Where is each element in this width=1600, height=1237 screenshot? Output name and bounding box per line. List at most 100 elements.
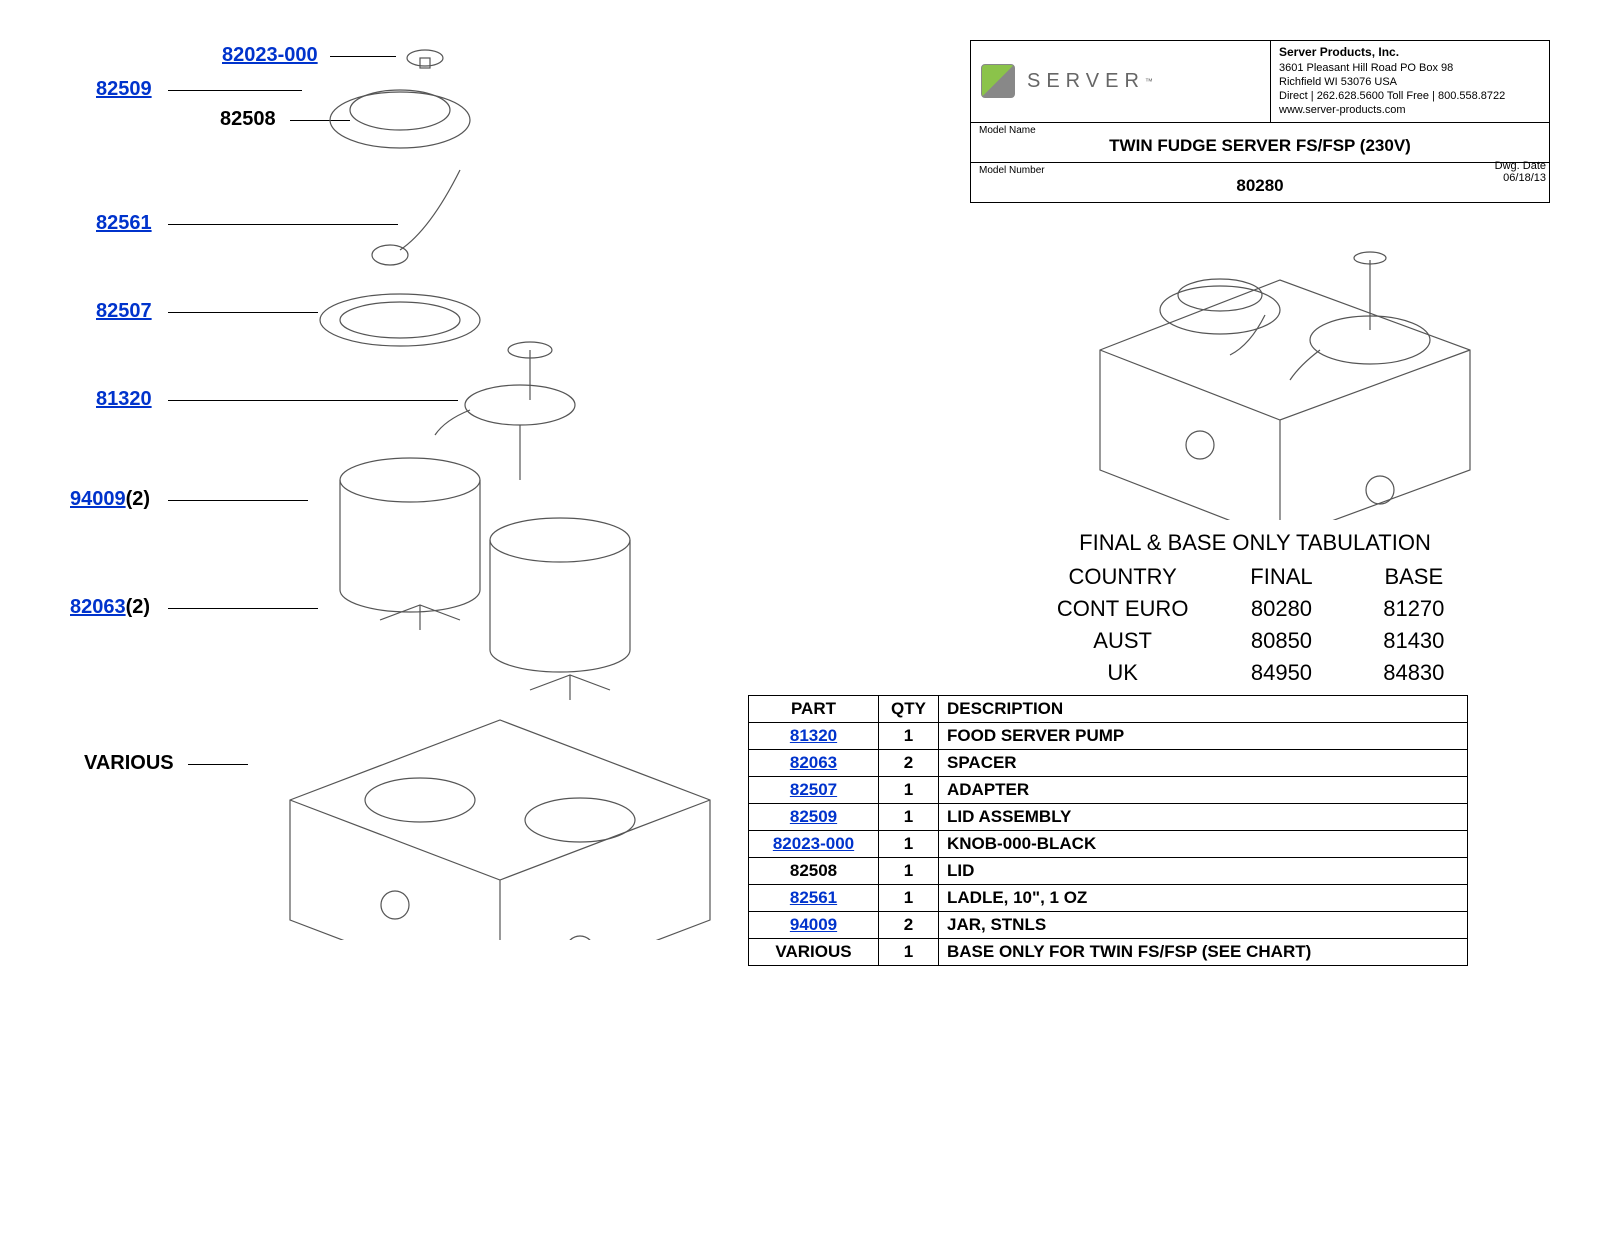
dwg-date-label: Dwg. Date: [1495, 160, 1546, 172]
table-row: 82063 2SPACER: [749, 750, 1468, 777]
tabulation-title: FINAL & BASE ONLY TABULATION: [1030, 530, 1480, 556]
parts-table-header: PART: [749, 696, 879, 723]
parts-table: PARTQTYDESCRIPTION 813201FOOD SERVER PUM…: [748, 695, 1468, 966]
table-row: 94009 2JAR, STNLS: [749, 912, 1468, 939]
table-row: 82561 1LADLE, 10", 1 OZ: [749, 885, 1468, 912]
callout-82507: 82507: [96, 300, 152, 323]
callout-suffix: (2): [126, 596, 150, 618]
qty-cell: 2: [879, 912, 939, 939]
server-logo-icon: [981, 64, 1015, 98]
qty-cell: 1: [879, 939, 939, 966]
model-number-label: Model Number: [979, 165, 1541, 176]
parts-table-header-row: PARTQTYDESCRIPTION: [749, 696, 1468, 723]
desc-cell: FOOD SERVER PUMP: [939, 723, 1468, 750]
callout-82063: 82063(2): [70, 596, 150, 619]
company-addr2: Richfield WI 53076 USA: [1279, 76, 1397, 88]
callout-link-82507[interactable]: 82507: [96, 300, 152, 322]
parts-table-header: QTY: [879, 696, 939, 723]
callout-link-82063[interactable]: 82063: [70, 596, 126, 618]
tabulation-header: BASE: [1348, 564, 1480, 590]
callout-link-82509[interactable]: 82509: [96, 78, 152, 100]
part-link-82063[interactable]: 82063: [790, 753, 837, 772]
qty-cell: 1: [879, 804, 939, 831]
part-link-82023-000[interactable]: 82023-000: [773, 834, 854, 853]
desc-cell: SPACER: [939, 750, 1468, 777]
dwg-date: 06/18/13: [1503, 172, 1546, 184]
tabulation-header: FINAL: [1215, 564, 1347, 590]
part-cell: 82507: [749, 777, 879, 804]
desc-cell: BASE ONLY FOR TWIN FS/FSP (SEE CHART): [939, 939, 1468, 966]
qty-cell: 1: [879, 777, 939, 804]
part-link-81320[interactable]: 81320: [790, 726, 837, 745]
tabulation-cell: 84950: [1215, 660, 1347, 686]
desc-cell: LID: [939, 858, 1468, 885]
desc-cell: JAR, STNLS: [939, 912, 1468, 939]
callout-link-81320[interactable]: 81320: [96, 388, 152, 410]
part-link-94009[interactable]: 94009: [790, 915, 837, 934]
exploded-svg: [230, 40, 730, 940]
callout-link-94009[interactable]: 94009: [70, 488, 126, 510]
part-cell: 82023-000: [749, 831, 879, 858]
logo-cell: SERVER™: [971, 41, 1271, 122]
callout-link-82561[interactable]: 82561: [96, 212, 152, 234]
tabulation-cell: AUST: [1030, 628, 1215, 654]
desc-cell: ADAPTER: [939, 777, 1468, 804]
table-row: 81320 1FOOD SERVER PUMP: [749, 723, 1468, 750]
model-name-label: Model Name: [979, 125, 1541, 136]
callout-suffix: (2): [126, 488, 150, 510]
part-cell: 82509: [749, 804, 879, 831]
logo-text: SERVER: [1027, 70, 1145, 93]
assembled-diagram: [1070, 200, 1500, 520]
tabulation-cell: CONT EURO: [1030, 596, 1215, 622]
part-cell: 81320: [749, 723, 879, 750]
part-cell: 82063: [749, 750, 879, 777]
part-cell: 82561: [749, 885, 879, 912]
tabulation-block: FINAL & BASE ONLY TABULATION COUNTRYFINA…: [1030, 530, 1480, 686]
table-row: 82507 1ADAPTER: [749, 777, 1468, 804]
table-row: 82023-000 1KNOB-000-BLACK: [749, 831, 1468, 858]
part-link-82561[interactable]: 82561: [790, 888, 837, 907]
tabulation-cell: 84830: [1348, 660, 1480, 686]
tabulation-header: COUNTRY: [1030, 564, 1215, 590]
tabulation-cell: UK: [1030, 660, 1215, 686]
callout-81320: 81320: [96, 388, 152, 411]
tabulation-cell: 80850: [1215, 628, 1347, 654]
qty-cell: 1: [879, 723, 939, 750]
model-name: TWIN FUDGE SERVER FS/FSP (230V): [979, 136, 1541, 156]
desc-cell: LADLE, 10", 1 OZ: [939, 885, 1468, 912]
qty-cell: 1: [879, 831, 939, 858]
qty-cell: 2: [879, 750, 939, 777]
exploded-diagram: [230, 40, 730, 940]
table-row: 82509 1LID ASSEMBLY: [749, 804, 1468, 831]
dwg-date-block: Dwg. Date 06/18/13: [1495, 160, 1546, 184]
tabulation-cell: 81270: [1348, 596, 1480, 622]
part-cell: 94009: [749, 912, 879, 939]
desc-cell: KNOB-000-BLACK: [939, 831, 1468, 858]
model-number: 80280: [979, 176, 1541, 196]
assembled-svg: [1070, 200, 1500, 520]
company-web: www.server-products.com: [1279, 104, 1406, 116]
title-block: SERVER™ Server Products, Inc. 3601 Pleas…: [970, 40, 1550, 203]
callout-VARIOUS: VARIOUS: [84, 752, 174, 775]
table-row: 825081LID: [749, 858, 1468, 885]
company-name: Server Products, Inc.: [1279, 45, 1399, 59]
part-link-82509[interactable]: 82509: [790, 807, 837, 826]
tabulation-cell: 80280: [1215, 596, 1347, 622]
part-link-82507[interactable]: 82507: [790, 780, 837, 799]
qty-cell: 1: [879, 885, 939, 912]
callout-82561: 82561: [96, 212, 152, 235]
desc-cell: LID ASSEMBLY: [939, 804, 1468, 831]
part-cell: VARIOUS: [749, 939, 879, 966]
company-addr1: 3601 Pleasant Hill Road PO Box 98: [1279, 62, 1453, 74]
table-row: VARIOUS1BASE ONLY FOR TWIN FS/FSP (SEE C…: [749, 939, 1468, 966]
part-cell: 82508: [749, 858, 879, 885]
parts-table-body: 813201FOOD SERVER PUMP820632SPACER825071…: [749, 723, 1468, 966]
tabulation-cell: 81430: [1348, 628, 1480, 654]
callout-82509: 82509: [96, 78, 152, 101]
company-info: Server Products, Inc. 3601 Pleasant Hill…: [1271, 41, 1549, 122]
qty-cell: 1: [879, 858, 939, 885]
tabulation-grid: COUNTRYFINALBASECONT EURO8028081270AUST8…: [1030, 564, 1480, 686]
parts-table-header: DESCRIPTION: [939, 696, 1468, 723]
callout-94009: 94009(2): [70, 488, 150, 511]
company-phone: Direct | 262.628.5600 Toll Free | 800.55…: [1279, 90, 1505, 102]
